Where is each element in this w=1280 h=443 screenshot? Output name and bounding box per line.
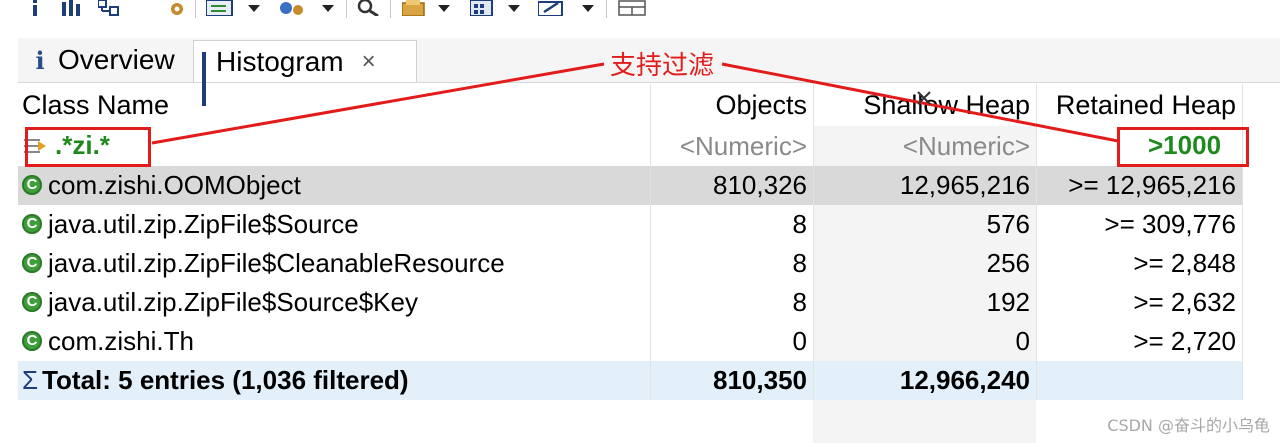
annotation-callout: 支持过滤 [610, 51, 715, 81]
annotation-arrow-left [151, 62, 605, 145]
watermark: CSDN @奋斗的小乌龟 [1107, 416, 1270, 435]
